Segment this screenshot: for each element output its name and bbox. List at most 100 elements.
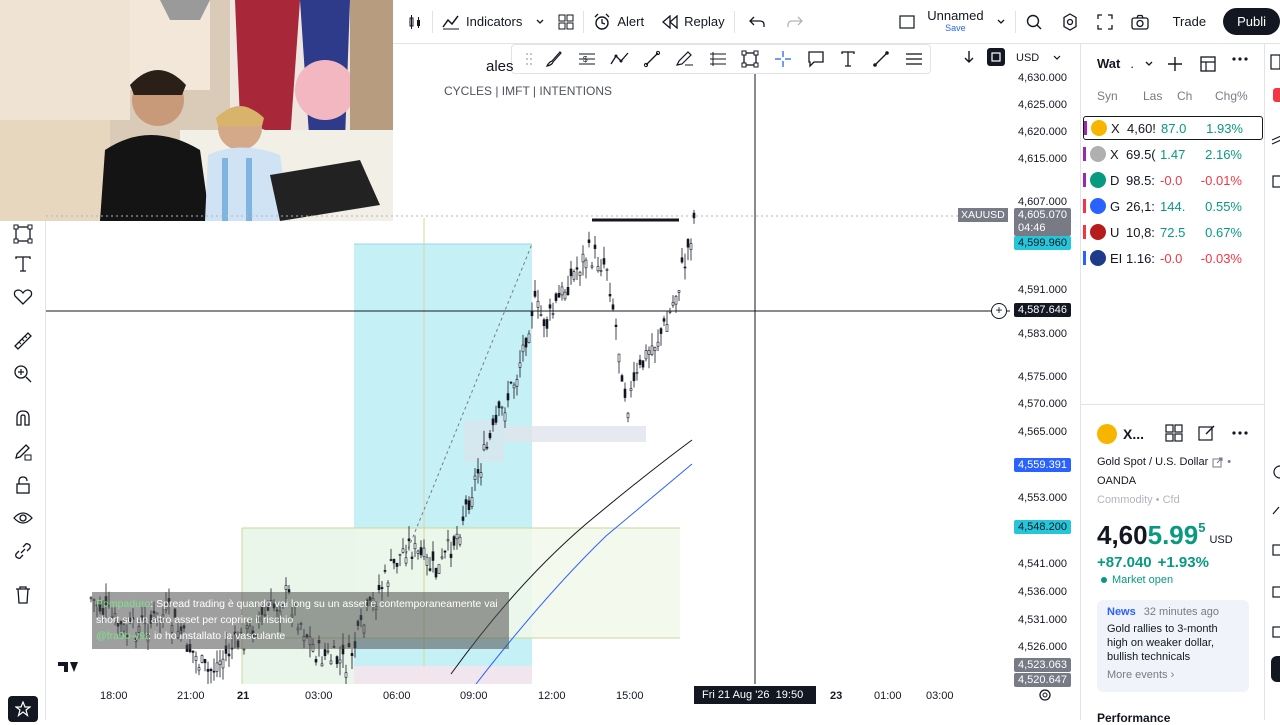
magnet-icon[interactable]	[10, 405, 36, 431]
news-card[interactable]: News 32 minutes ago Gold rallies to 3-mo…	[1097, 600, 1249, 692]
crosshair-icon[interactable]	[767, 45, 800, 73]
chart-type-button[interactable]	[393, 0, 432, 43]
alert-badge[interactable]	[1273, 88, 1280, 102]
indicators-button[interactable]: Indicators	[433, 0, 531, 43]
more-icon[interactable]	[1231, 430, 1249, 436]
candle-body	[599, 269, 603, 272]
candle-body	[449, 553, 453, 558]
notifications-icon[interactable]	[1271, 624, 1280, 640]
eye-icon[interactable]	[10, 505, 36, 531]
candle-body	[587, 239, 591, 243]
comment-icon[interactable]	[799, 45, 832, 73]
watchlist-row[interactable]: EI 1.16: -0.0 -0.03%	[1083, 246, 1263, 270]
candle-body	[575, 267, 579, 270]
arrow-up-icon[interactable]	[1271, 504, 1280, 520]
sync-button[interactable]	[987, 48, 1005, 66]
heart-icon[interactable]	[10, 284, 36, 310]
calendar-icon[interactable]	[1271, 542, 1280, 558]
trade-button[interactable]: Trade	[1164, 0, 1215, 43]
time-axis[interactable]: 18:00 21:00 21 03:00 06:00 09:00 12:00 15:00 23 0…	[46, 684, 1051, 710]
col-symbol[interactable]: Syn	[1097, 89, 1143, 103]
indicators-dropdown[interactable]	[531, 0, 549, 43]
left-toolbar	[0, 221, 46, 722]
candle-body	[491, 418, 495, 426]
fullscreen-button[interactable]	[1088, 0, 1122, 43]
chat-panel-icon[interactable]	[1271, 174, 1280, 190]
ideas-icon[interactable]	[1271, 464, 1280, 480]
watchlist-header[interactable]: Wat.	[1097, 56, 1154, 71]
settings-button[interactable]	[1052, 0, 1088, 43]
col-chg[interactable]: Ch	[1177, 89, 1215, 103]
publish-button[interactable]: Publi	[1223, 8, 1280, 35]
row-change-percent: -0.03%	[1200, 250, 1242, 266]
parallel-channel-icon[interactable]	[701, 45, 734, 73]
candle-body	[620, 375, 624, 382]
pencil-lock-icon[interactable]	[10, 439, 36, 465]
search-button[interactable]	[1016, 0, 1052, 43]
watchlist-panel-icon[interactable]	[1270, 54, 1280, 70]
alert-button[interactable]: Alert	[584, 0, 653, 43]
watchlist-row[interactable]: U 10,8: 72.5 0.67%	[1083, 220, 1263, 244]
more-icon[interactable]	[1231, 56, 1249, 62]
price-axis[interactable]: 4,630.000 4,625.000 4,620.000 4,615.000 4,60…	[1010, 72, 1080, 687]
star-icon[interactable]	[8, 696, 38, 722]
more-events-link[interactable]: More events ›	[1107, 669, 1239, 681]
add-alert-plus-button[interactable]: +	[991, 303, 1007, 319]
trash-icon[interactable]	[10, 582, 36, 608]
link-icon[interactable]	[10, 538, 36, 564]
redo-button[interactable]	[779, 0, 811, 43]
price-label: 4,570.000	[1018, 398, 1067, 410]
top-toolbar: Indicators Alert Replay Unnamed Save Tra…	[393, 0, 1280, 44]
candle-body	[227, 653, 231, 657]
text-tool-icon[interactable]	[10, 251, 36, 277]
color-flag	[1083, 173, 1086, 187]
ruler-line-icon[interactable]	[865, 45, 898, 73]
watchlist-row[interactable]: X 69.5(1.47 2.16%	[1083, 142, 1263, 166]
grid-icon[interactable]	[1165, 424, 1183, 442]
watchlist-row[interactable]: X 4,60! 87.0 1.93%	[1083, 116, 1263, 140]
trend-line-icon[interactable]	[636, 45, 669, 73]
undo-button[interactable]	[735, 0, 779, 43]
trading-panel-button[interactable]	[1271, 656, 1280, 682]
pen-icon[interactable]	[669, 45, 702, 73]
layout-name-button[interactable]: Unnamed Save	[890, 0, 1014, 43]
templates-button[interactable]	[549, 0, 583, 43]
text-icon[interactable]	[832, 45, 865, 73]
replay-button[interactable]: Replay	[653, 0, 733, 43]
time-label: 18:00	[100, 690, 128, 702]
details-symbol: X...	[1123, 426, 1145, 442]
advanced-view-icon[interactable]	[1199, 55, 1217, 73]
add-symbol-icon[interactable]	[1167, 56, 1183, 72]
rectangle-tool-icon[interactable]	[10, 221, 36, 247]
brush-icon[interactable]	[538, 45, 571, 73]
row-change-percent: 1.93%	[1206, 120, 1243, 136]
trend-pattern-icon[interactable]	[603, 45, 636, 73]
currency-select[interactable]: USD	[1012, 48, 1076, 68]
candle-body	[314, 658, 318, 663]
external-link-icon[interactable]	[1212, 457, 1223, 468]
col-last[interactable]: Las	[1143, 89, 1177, 103]
news-headline[interactable]: Gold rallies to 3-month high on weaker d…	[1107, 622, 1239, 664]
lock-icon[interactable]	[10, 472, 36, 498]
details-name[interactable]: Gold Spot / U.S. Dollar	[1097, 456, 1208, 468]
layers-icon[interactable]	[1271, 134, 1280, 150]
watchlist-row[interactable]: D 98.5: -0.0 -0.01%	[1083, 168, 1263, 192]
snapshot-button[interactable]	[1122, 0, 1158, 43]
sort-down-button[interactable]	[962, 50, 976, 69]
help-icon[interactable]	[1271, 584, 1280, 600]
price-main: 4,60	[1097, 520, 1148, 550]
menu-lines-icon[interactable]	[897, 45, 930, 73]
settings-gear-icon[interactable]	[1038, 688, 1052, 702]
drag-handle-icon[interactable]	[520, 45, 538, 73]
candle-body	[437, 564, 441, 574]
fib-icon[interactable]: $	[571, 45, 604, 73]
watchlist-row[interactable]: G 26,1: 144. 0.55%	[1083, 194, 1263, 218]
edit-icon[interactable]	[1198, 424, 1216, 442]
ruler-icon[interactable]	[10, 328, 36, 354]
details-header[interactable]: X...	[1097, 424, 1144, 444]
col-chgp[interactable]: Chg%	[1215, 89, 1255, 103]
row-symbol: G	[1110, 198, 1121, 214]
rectangle-icon[interactable]	[734, 45, 767, 73]
zoom-in-icon[interactable]	[10, 361, 36, 387]
symbol-logo-icon	[1090, 198, 1106, 214]
